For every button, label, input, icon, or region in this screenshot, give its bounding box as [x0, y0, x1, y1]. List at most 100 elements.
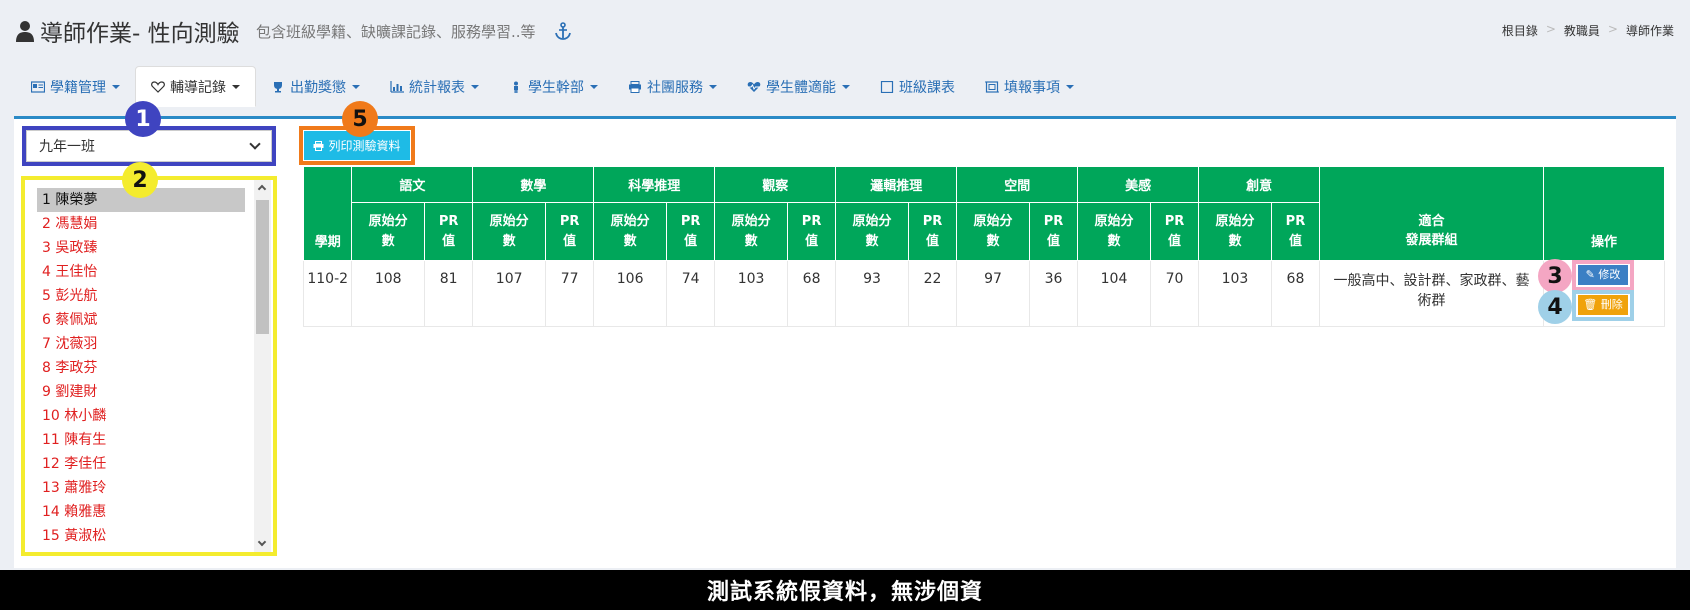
caret-down-icon — [590, 84, 598, 89]
person-icon — [514, 81, 518, 93]
edit-icon: ✎ — [1585, 268, 1595, 281]
subject-header: 觀察 — [714, 166, 837, 203]
student-item[interactable]: 3 吳政臻 — [37, 236, 245, 260]
student-item[interactable]: 13 蕭雅玲 — [37, 476, 245, 500]
tab-club-service[interactable]: 社團服務 — [613, 66, 732, 107]
breadcrumb-separator: > — [1545, 22, 1556, 36]
raw-score-header: 原始分數 — [835, 202, 909, 261]
score-cell: 103 — [1198, 260, 1272, 327]
subject-header: 語文 — [351, 166, 474, 203]
raw-score-header: 原始分數 — [956, 202, 1030, 261]
student-list-scrollbar[interactable] — [254, 180, 271, 552]
score-cell: 108 — [351, 260, 425, 327]
student-item[interactable]: 2 馮慧娟 — [37, 212, 245, 236]
printer-icon — [629, 80, 641, 93]
pr-header: PR 值 — [1270, 202, 1321, 261]
page-header: 導師作業- 性向測驗 包含班級學籍、缺曠課記錄、服務學習..等 根目錄 > 教職… — [0, 0, 1690, 62]
delete-button[interactable]: 🗑 刪除 — [1578, 295, 1628, 315]
breadcrumb-root[interactable]: 根目錄 — [1502, 22, 1538, 39]
student-item[interactable]: 6 蔡佩斌 — [37, 308, 245, 332]
score-cell: 68 — [786, 260, 837, 327]
printer-icon — [313, 140, 324, 151]
tab-reporting[interactable]: 填報事項 — [970, 66, 1089, 107]
caret-down-icon — [112, 84, 120, 89]
student-item[interactable]: 9 劉建財 — [37, 380, 245, 404]
tab-student-cadres[interactable]: 學生幹部 — [494, 66, 613, 107]
scroll-up-icon[interactable] — [257, 184, 267, 194]
footer-banner: 測試系統假資料，無涉個資 — [0, 570, 1690, 610]
breadcrumb: 根目錄 > 教職員 > 導師作業 — [1502, 22, 1674, 39]
student-item[interactable]: 10 林小麟 — [37, 404, 245, 428]
trash-icon: 🗑 — [1583, 298, 1598, 311]
student-item[interactable]: 7 沈薇羽 — [37, 332, 245, 356]
tab-student-records[interactable]: 學籍管理 — [16, 66, 135, 107]
aptitude-score-table: 學期 語文 數學 科學推理 觀察 邏輯推理 空間 美感 創意 適合 發展群組 操… — [302, 166, 1666, 327]
anchor-icon[interactable] — [555, 22, 571, 40]
frame-icon — [985, 80, 999, 93]
delete-button-label: 刪除 — [1600, 298, 1623, 311]
tab-label: 出勤獎懲 — [290, 79, 346, 96]
annotation-badge-4: 4 — [1538, 290, 1572, 324]
subject-header: 美感 — [1077, 166, 1200, 203]
breadcrumb-staff[interactable]: 教職員 — [1564, 22, 1600, 39]
tab-label: 社團服務 — [647, 79, 703, 96]
group-header-line1: 適合 — [1418, 213, 1445, 229]
score-cell: 103 — [714, 260, 788, 327]
heartbeat-icon — [747, 81, 761, 92]
caret-down-icon — [471, 84, 479, 89]
subject-header: 邏輯推理 — [835, 166, 958, 203]
group-header-line2: 發展群組 — [1405, 232, 1458, 248]
tab-counseling[interactable]: 輔導記錄 — [135, 66, 256, 107]
caret-down-icon — [352, 84, 360, 89]
caret-down-icon — [232, 84, 240, 89]
scrollbar-thumb[interactable] — [256, 200, 269, 334]
group-cell: 一般高中、設計群、家政群、藝術群 — [1319, 260, 1544, 327]
score-cell: 68 — [1270, 260, 1321, 327]
raw-score-header: 原始分數 — [1198, 202, 1272, 261]
caret-down-icon — [709, 84, 717, 89]
score-cell: 36 — [1028, 260, 1079, 327]
tab-label: 統計報表 — [409, 79, 465, 96]
edit-button-label: 修改 — [1598, 268, 1621, 281]
subject-header: 創意 — [1198, 166, 1321, 203]
student-item[interactable]: 14 賴雅惠 — [37, 500, 245, 524]
table-row: 110-2 108 81 107 77 106 74 103 68 93 22 … — [302, 260, 1666, 327]
score-cell: 106 — [593, 260, 667, 327]
raw-score-header: 原始分數 — [472, 202, 546, 261]
heart-icon — [151, 80, 165, 93]
student-item[interactable]: 11 陳有生 — [37, 428, 245, 452]
score-cell: 22 — [907, 260, 958, 327]
score-cell: 104 — [1077, 260, 1151, 327]
page-title-text: 導師作業- 性向測驗 — [40, 21, 240, 47]
student-item[interactable]: 8 李政芬 — [37, 356, 245, 380]
tab-label: 學生幹部 — [528, 79, 584, 96]
student-list[interactable]: 1 陳榮夢 2 馮慧娟 3 吳政臻 4 王佳怡 5 彭光航 6 蔡佩斌 7 沈薇… — [37, 188, 245, 548]
score-cell: 70 — [1149, 260, 1200, 327]
tab-statistics[interactable]: 統計報表 — [375, 66, 494, 107]
scroll-down-icon[interactable] — [257, 537, 267, 547]
tab-fitness[interactable]: 學生體適能 — [732, 66, 865, 107]
score-cell: 97 — [956, 260, 1030, 327]
tab-label: 學籍管理 — [50, 79, 106, 96]
tab-label: 輔導記錄 — [170, 79, 226, 96]
pr-header: PR 值 — [1149, 202, 1200, 261]
caret-down-icon — [1066, 84, 1074, 89]
raw-score-header: 原始分數 — [351, 202, 425, 261]
pr-header: PR 值 — [1028, 202, 1079, 261]
annotation-badge-2: 2 — [122, 162, 158, 198]
student-item[interactable]: 12 李佳任 — [37, 452, 245, 476]
student-item[interactable]: 5 彭光航 — [37, 284, 245, 308]
student-list-highlight: 1 陳榮夢 2 馮慧娟 3 吳政臻 4 王佳怡 5 彭光航 6 蔡佩斌 7 沈薇… — [21, 176, 277, 556]
id-card-icon — [31, 80, 45, 93]
student-item[interactable]: 4 王佳怡 — [37, 260, 245, 284]
tab-label: 填報事項 — [1004, 79, 1060, 96]
score-cell: 93 — [835, 260, 909, 327]
breadcrumb-separator: > — [1607, 22, 1618, 36]
student-item[interactable]: 15 黃淑松 — [37, 524, 245, 548]
score-cell: 81 — [423, 260, 474, 327]
edit-button[interactable]: ✎ 修改 — [1578, 265, 1628, 285]
user-icon — [16, 21, 34, 42]
pr-header: PR 值 — [786, 202, 837, 261]
breadcrumb-current: 導師作業 — [1625, 24, 1674, 38]
tab-class-schedule[interactable]: 班級課表 — [865, 66, 970, 107]
